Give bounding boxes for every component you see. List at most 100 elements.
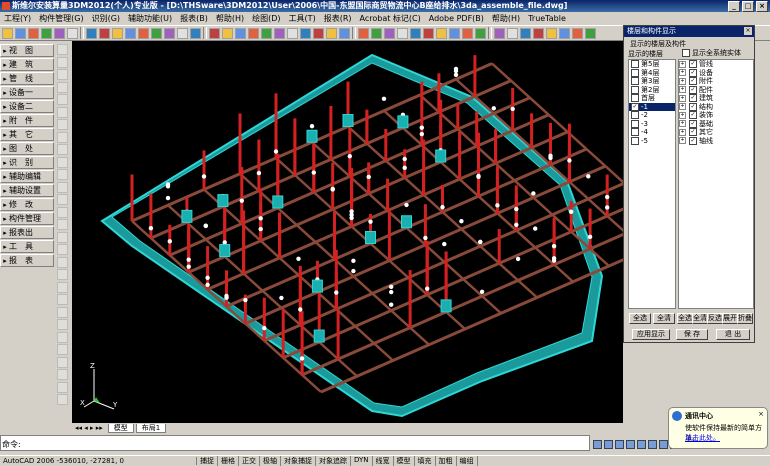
tree-expand-icon[interactable]: + <box>679 120 686 128</box>
draw-tool-icon[interactable] <box>57 219 68 230</box>
toolbar-button-icon[interactable] <box>546 27 557 39</box>
panel-close-icon[interactable]: × <box>744 27 752 35</box>
floor-checkbox[interactable] <box>631 77 639 86</box>
toolbar-button-icon[interactable] <box>99 27 110 39</box>
floor-item[interactable]: 首层 <box>629 94 675 103</box>
tree-expand-icon[interactable]: + <box>679 94 686 102</box>
screen-menu-item[interactable]: ▸ 报 表 <box>0 254 54 267</box>
menu-item[interactable]: 识别(G) <box>88 13 124 24</box>
component-item[interactable]: + ✓ 结构 <box>679 103 753 112</box>
draw-tool-icon[interactable] <box>57 256 68 268</box>
tray-icon[interactable] <box>659 440 668 449</box>
floor-select-button[interactable]: 全清 <box>653 313 675 324</box>
draw-tool-icon[interactable] <box>57 394 68 405</box>
component-checkbox[interactable]: ✓ <box>689 77 697 86</box>
toolbar-button-icon[interactable] <box>300 27 311 39</box>
status-extra[interactable]: 填充 <box>415 455 436 466</box>
tree-expand-icon[interactable]: + <box>679 86 686 94</box>
exit-button[interactable]: 退 出 <box>716 329 750 340</box>
draw-tool-icon[interactable] <box>57 231 68 243</box>
draw-tool-icon[interactable] <box>57 56 68 68</box>
toolbar-button-icon[interactable] <box>520 27 531 39</box>
toolbar-button-icon[interactable] <box>384 27 395 39</box>
tab-model[interactable]: 模型 <box>107 423 134 433</box>
tray-icon[interactable] <box>604 440 613 449</box>
toolbar-button-icon[interactable] <box>326 27 337 39</box>
toolbar-button-icon[interactable] <box>339 27 350 39</box>
floor-checkbox[interactable] <box>631 60 639 69</box>
floor-item[interactable]: 第3层 <box>629 77 675 86</box>
tree-expand-icon[interactable]: + <box>679 60 686 68</box>
toolbar-button-icon[interactable] <box>125 27 136 39</box>
tree-expand-icon[interactable]: + <box>679 69 686 77</box>
status-extra[interactable]: 加粗 <box>436 455 457 466</box>
draw-tool-icon[interactable] <box>57 144 68 155</box>
draw-tool-icon[interactable] <box>57 81 68 93</box>
component-checkbox[interactable]: ✓ <box>689 94 697 103</box>
screen-menu-item[interactable]: ▸ 识 别 <box>0 156 54 169</box>
component-checkbox[interactable]: ✓ <box>689 119 697 128</box>
floor-item[interactable]: -5 <box>629 137 675 146</box>
component-item[interactable]: + ✓ 管线 <box>679 60 753 69</box>
toolbar-button-icon[interactable] <box>533 27 544 39</box>
toolbar-button-icon[interactable] <box>248 27 259 39</box>
toolbar-button-icon[interactable] <box>54 27 65 39</box>
toolbar-button-icon[interactable] <box>28 27 39 39</box>
toolbar-button-icon[interactable] <box>67 27 78 39</box>
draw-tool-icon[interactable] <box>57 156 68 168</box>
toolbar-button-icon[interactable] <box>151 27 162 39</box>
toolbar-button-icon[interactable] <box>164 27 175 39</box>
menu-item[interactable]: 构件管理(G) <box>35 13 87 24</box>
menu-item[interactable]: TrueTable <box>524 14 570 23</box>
floor-checkbox[interactable] <box>631 68 639 77</box>
draw-tool-icon[interactable] <box>57 269 68 280</box>
draw-tool-icon[interactable] <box>57 194 68 205</box>
component-item[interactable]: + ✓ 建筑 <box>679 94 753 103</box>
show-all-checkbox[interactable] <box>682 49 690 57</box>
draw-tool-icon[interactable] <box>57 306 68 318</box>
toolbar-button-icon[interactable] <box>287 27 298 39</box>
component-select-button[interactable]: 全选 <box>677 313 693 324</box>
toolbar-button-icon[interactable] <box>507 27 518 39</box>
component-checkbox[interactable]: ✓ <box>689 60 697 69</box>
floor-checkbox[interactable] <box>631 111 639 120</box>
component-checkbox[interactable]: ✓ <box>689 68 697 77</box>
tray-icon[interactable] <box>593 440 602 449</box>
notification-balloon[interactable]: 通讯中心 × 使软件保持最新的简单方法。 单击此处。 <box>668 407 768 449</box>
component-item[interactable]: + ✓ 附件 <box>679 77 753 86</box>
toolbar-button-icon[interactable] <box>397 27 408 39</box>
screen-menu-item[interactable]: ▸ 建 筑 <box>0 58 54 71</box>
menu-item[interactable]: Adobe PDF(B) <box>425 14 488 23</box>
toolbar-button-icon[interactable] <box>462 27 473 39</box>
status-extra[interactable]: 编组 <box>457 455 478 466</box>
toolbar-button-icon[interactable] <box>585 27 596 39</box>
draw-tool-icon[interactable] <box>57 131 68 143</box>
screen-menu-item[interactable]: ▸ 工 具 <box>0 240 54 253</box>
apply-display-button[interactable]: 应用显示 <box>632 329 670 340</box>
show-all-option[interactable]: 显示全系统实体 <box>680 48 741 58</box>
menu-item[interactable]: 绘图(D) <box>248 13 284 24</box>
tree-expand-icon[interactable]: + <box>679 111 686 119</box>
component-item[interactable]: + ✓ 装饰 <box>679 111 753 120</box>
toolbar-button-icon[interactable] <box>86 27 97 39</box>
status-toggle[interactable]: 正交 <box>239 455 260 466</box>
menu-item[interactable]: 帮助(H) <box>212 13 248 24</box>
status-toggle[interactable]: 模型 <box>394 455 415 466</box>
component-checkbox[interactable]: ✓ <box>689 128 697 137</box>
screen-menu-item[interactable]: ▸ 设备一 <box>0 86 54 99</box>
floor-item[interactable]: ✓ -1 <box>629 102 675 111</box>
component-checkbox[interactable]: ✓ <box>689 136 697 145</box>
screen-menu-item[interactable]: ▸ 构件管理 <box>0 212 54 225</box>
draw-tool-icon[interactable] <box>57 344 68 355</box>
toolbar-button-icon[interactable] <box>475 27 486 39</box>
draw-tool-icon[interactable] <box>57 119 68 130</box>
floor-checkbox[interactable] <box>631 94 639 103</box>
toolbar-button-icon[interactable] <box>2 27 13 39</box>
component-checkbox[interactable]: ✓ <box>689 85 697 94</box>
menu-item[interactable]: 报表(R) <box>320 13 356 24</box>
screen-menu-item[interactable]: ▸ 附 件 <box>0 114 54 127</box>
toolbar-button-icon[interactable] <box>235 27 246 39</box>
draw-tool-icon[interactable] <box>57 206 68 218</box>
tray-icon[interactable] <box>648 440 657 449</box>
component-select-button[interactable]: 折叠 <box>737 313 753 324</box>
